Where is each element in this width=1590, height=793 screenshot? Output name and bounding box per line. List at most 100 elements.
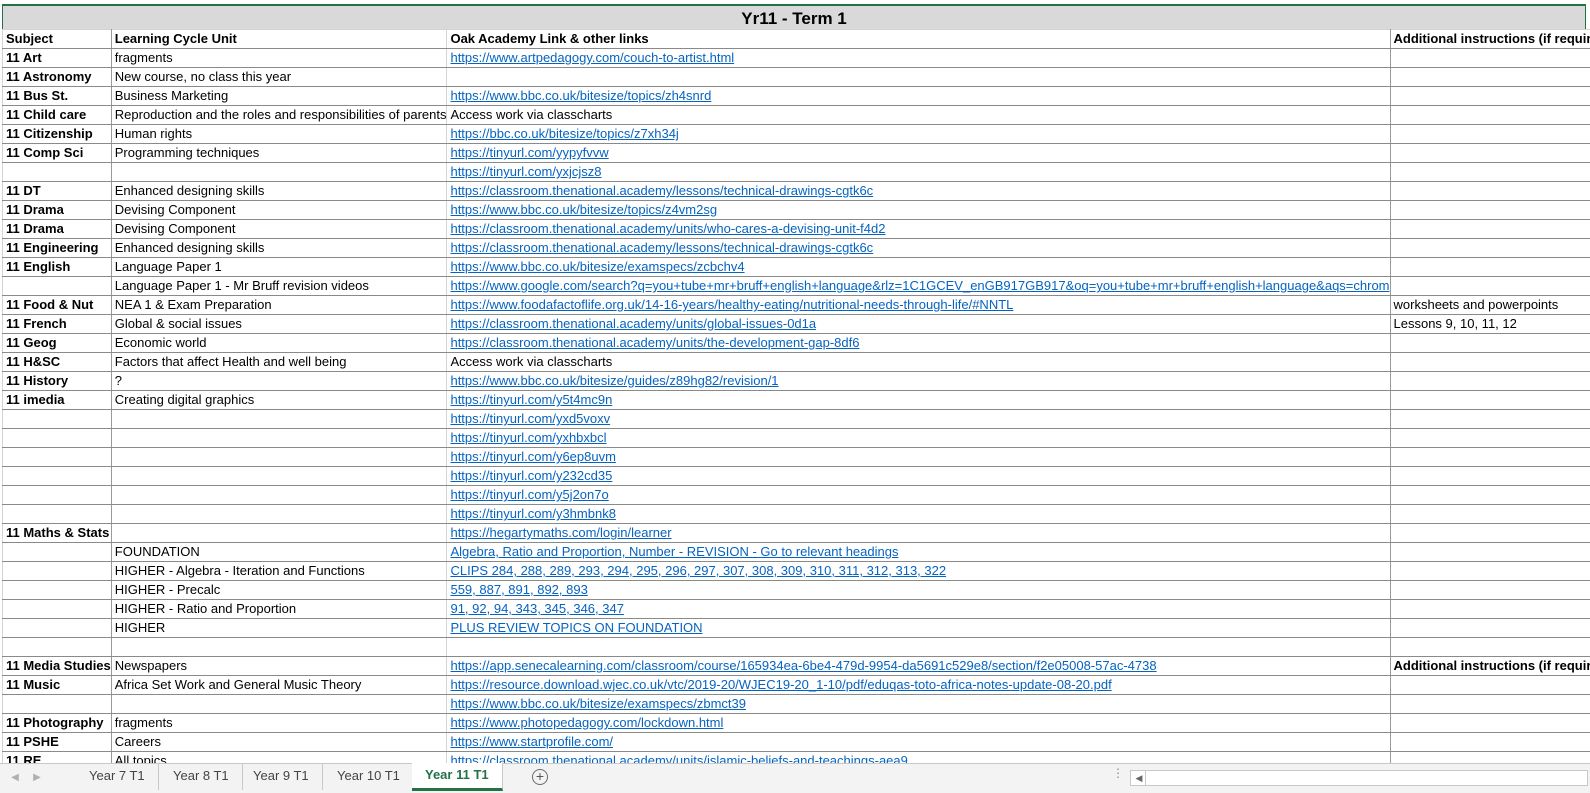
unit-cell[interactable]: Language Paper 1 - Mr Bruff revision vid…: [110, 276, 448, 296]
column-header[interactable]: Additional instructions (if required): [1389, 29, 1590, 49]
sheet-tab[interactable]: Year 9 T1: [240, 764, 323, 790]
horizontal-scrollbar[interactable]: ◀: [1130, 770, 1588, 786]
subject-cell[interactable]: 11 imedia: [2, 390, 112, 410]
unit-cell[interactable]: Economic world: [110, 333, 448, 353]
unit-cell[interactable]: [110, 428, 448, 448]
resource-link[interactable]: CLIPS 284, 288, 289, 293, 294, 295, 296,…: [450, 563, 946, 578]
resource-link[interactable]: https://classroom.thenational.academy/le…: [450, 240, 873, 255]
unit-cell[interactable]: Enhanced designing skills: [110, 238, 448, 258]
notes-cell[interactable]: [1389, 637, 1590, 657]
subject-cell[interactable]: 11 DT: [2, 181, 112, 201]
notes-cell[interactable]: [1389, 143, 1590, 163]
subject-cell[interactable]: [2, 276, 112, 296]
resource-link[interactable]: https://www.photopedagogy.com/lockdown.h…: [450, 715, 723, 730]
link-cell[interactable]: https://www.foodafactoflife.org.uk/14-16…: [446, 295, 1391, 315]
unit-cell[interactable]: Creating digital graphics: [110, 390, 448, 410]
subject-cell[interactable]: [2, 542, 112, 562]
unit-cell[interactable]: [110, 637, 448, 657]
subject-cell[interactable]: 11 Media Studies: [2, 655, 112, 676]
link-cell[interactable]: https://www.photopedagogy.com/lockdown.h…: [446, 712, 1391, 733]
notes-cell[interactable]: [1389, 86, 1590, 106]
resource-link[interactable]: https://www.bbc.co.uk/bitesize/topics/zh…: [450, 88, 711, 103]
plus-circle-icon[interactable]: +: [532, 769, 548, 785]
notes-cell[interactable]: [1389, 447, 1590, 467]
link-cell[interactable]: https://classroom.thenational.academy/un…: [446, 333, 1391, 353]
unit-cell[interactable]: Reproduction and the roles and responsib…: [110, 105, 448, 125]
resource-link[interactable]: https://bbc.co.uk/bitesize/topics/z7xh34…: [450, 126, 678, 141]
link-cell[interactable]: 559, 887, 891, 892, 893: [446, 580, 1391, 600]
resource-link[interactable]: 91, 92, 94, 343, 345, 346, 347: [450, 601, 623, 616]
link-cell[interactable]: https://tinyurl.com/y3hmbnk8: [446, 504, 1391, 524]
subject-cell[interactable]: [2, 409, 112, 429]
link-cell[interactable]: https://www.bbc.co.uk/bitesize/examspecs…: [446, 693, 1391, 714]
resource-link[interactable]: https://classroom.thenational.academy/un…: [450, 753, 907, 763]
unit-cell[interactable]: New course, no class this year: [110, 67, 448, 87]
resource-link[interactable]: https://www.bbc.co.uk/bitesize/examspecs…: [450, 259, 744, 274]
resource-link[interactable]: https://tinyurl.com/yxjcjsz8: [450, 164, 601, 179]
link-cell[interactable]: https://hegartymaths.com/login/learner: [446, 523, 1391, 543]
subject-cell[interactable]: 11 H&SC: [2, 352, 112, 372]
unit-cell[interactable]: Africa Set Work and General Music Theory: [110, 674, 448, 695]
subject-cell[interactable]: [2, 618, 112, 638]
link-cell[interactable]: CLIPS 284, 288, 289, 293, 294, 295, 296,…: [446, 561, 1391, 581]
subject-cell[interactable]: 11 Drama: [2, 219, 112, 239]
column-header[interactable]: Learning Cycle Unit: [110, 29, 448, 49]
unit-cell[interactable]: HIGHER - Precalc: [110, 580, 448, 600]
unit-cell[interactable]: Devising Component: [110, 219, 448, 239]
link-cell[interactable]: https://tinyurl.com/y6ep8uvm: [446, 447, 1391, 467]
subject-cell[interactable]: 11 History: [2, 371, 112, 391]
link-cell[interactable]: https://www.bbc.co.uk/bitesize/examspecs…: [446, 257, 1391, 277]
sheet-tab[interactable]: Year 7 T1: [76, 764, 159, 790]
resource-link[interactable]: https://classroom.thenational.academy/un…: [450, 335, 859, 350]
notes-cell[interactable]: [1389, 561, 1590, 581]
notes-cell[interactable]: [1389, 48, 1590, 68]
subject-cell[interactable]: 11 Engineering: [2, 238, 112, 258]
notes-cell[interactable]: worksheets and powerpoints: [1389, 295, 1590, 315]
subject-cell[interactable]: 11 Music: [2, 674, 112, 695]
link-cell[interactable]: https://www.bbc.co.uk/bitesize/guides/z8…: [446, 371, 1391, 391]
link-cell[interactable]: https://tinyurl.com/yxd5voxv: [446, 409, 1391, 429]
unit-cell[interactable]: Devising Component: [110, 200, 448, 220]
unit-cell[interactable]: Factors that affect Health and well bein…: [110, 352, 448, 372]
subject-cell[interactable]: [2, 504, 112, 524]
resource-link[interactable]: https://www.foodafactoflife.org.uk/14-16…: [450, 297, 1013, 312]
unit-cell[interactable]: [110, 504, 448, 524]
resource-link[interactable]: https://www.bbc.co.uk/bitesize/examspecs…: [450, 696, 746, 711]
link-cell[interactable]: https://bbc.co.uk/bitesize/topics/z7xh34…: [446, 124, 1391, 144]
notes-cell[interactable]: [1389, 238, 1590, 258]
resource-link[interactable]: https://tinyurl.com/yxd5voxv: [450, 411, 610, 426]
link-cell[interactable]: PLUS REVIEW TOPICS ON FOUNDATION: [446, 618, 1391, 638]
unit-cell[interactable]: FOUNDATION: [110, 542, 448, 562]
notes-cell[interactable]: Additional instructions (if required): [1389, 655, 1590, 676]
unit-cell[interactable]: All topics: [110, 750, 448, 763]
resource-link[interactable]: Algebra, Ratio and Proportion, Number - …: [450, 544, 898, 559]
resource-link[interactable]: https://tinyurl.com/yxhbxbcl: [450, 430, 606, 445]
notes-cell[interactable]: [1389, 162, 1590, 182]
notes-cell[interactable]: [1389, 504, 1590, 524]
resource-link[interactable]: https://classroom.thenational.academy/un…: [450, 221, 885, 236]
notes-cell[interactable]: [1389, 674, 1590, 695]
resource-link[interactable]: https://classroom.thenational.academy/un…: [450, 316, 816, 331]
chevron-right-icon[interactable]: ▶: [30, 771, 44, 785]
notes-cell[interactable]: [1389, 466, 1590, 486]
link-cell[interactable]: https://tinyurl.com/yxhbxbcl: [446, 428, 1391, 448]
link-cell[interactable]: Access work via classcharts: [446, 352, 1391, 372]
subject-cell[interactable]: [2, 162, 112, 182]
link-cell[interactable]: [446, 637, 1391, 657]
resource-link[interactable]: https://tinyurl.com/y5t4mc9n: [450, 392, 612, 407]
resource-link[interactable]: 559, 887, 891, 892, 893: [450, 582, 587, 597]
subject-cell[interactable]: 11 Geog: [2, 333, 112, 353]
link-cell[interactable]: https://tinyurl.com/y232cd35: [446, 466, 1391, 486]
link-cell[interactable]: https://resource.download.wjec.co.uk/vtc…: [446, 674, 1391, 695]
link-cell[interactable]: https://www.bbc.co.uk/bitesize/topics/zh…: [446, 86, 1391, 106]
notes-cell[interactable]: [1389, 219, 1590, 239]
subject-cell[interactable]: 11 Bus St.: [2, 86, 112, 106]
subject-cell[interactable]: [2, 599, 112, 619]
unit-cell[interactable]: Newspapers: [110, 655, 448, 676]
link-cell[interactable]: https://www.bbc.co.uk/bitesize/topics/z4…: [446, 200, 1391, 220]
notes-cell[interactable]: [1389, 580, 1590, 600]
notes-cell[interactable]: [1389, 371, 1590, 391]
notes-cell[interactable]: [1389, 618, 1590, 638]
notes-cell[interactable]: [1389, 599, 1590, 619]
unit-cell[interactable]: Careers: [110, 731, 448, 752]
